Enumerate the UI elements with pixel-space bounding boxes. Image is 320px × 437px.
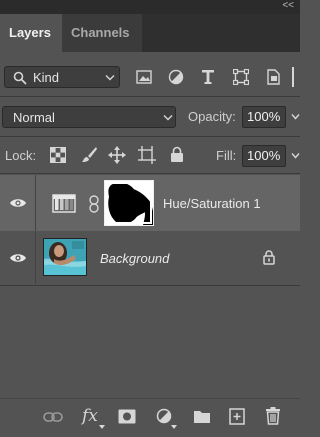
layer-style-dropdown-icon	[99, 425, 105, 429]
chevron-down-icon	[163, 115, 173, 121]
divider	[0, 96, 300, 97]
blend-mode-value: Normal	[13, 110, 55, 125]
blend-mode-select[interactable]: Normal	[2, 106, 176, 128]
lock-image-pixels-brush-icon[interactable]	[80, 146, 98, 164]
opacity-field[interactable]: 100%	[242, 106, 286, 128]
fill-field[interactable]: 100%	[242, 145, 286, 167]
visibility-toggle[interactable]	[0, 175, 36, 231]
mask-link-icon[interactable]	[88, 195, 100, 213]
search-icon	[13, 71, 27, 85]
divider	[0, 173, 300, 174]
tab-channels[interactable]: Channels	[62, 14, 142, 52]
lock-position-move-icon[interactable]	[108, 146, 126, 164]
photo-thumbnail-image	[44, 239, 86, 275]
adjustment-dropdown-icon	[171, 425, 177, 429]
lock-artboard-icon[interactable]	[138, 146, 156, 164]
visibility-toggle[interactable]	[0, 232, 36, 284]
fill-chevron-icon[interactable]	[291, 152, 300, 160]
layer-style-icon[interactable]: fx	[82, 406, 98, 426]
lock-label: Lock:	[5, 148, 37, 163]
chevron-down-icon	[105, 75, 115, 81]
lock-all-icon[interactable]	[170, 146, 184, 163]
mask-selected-corners	[106, 182, 152, 224]
layers-footer-toolbar: fx	[0, 398, 300, 437]
link-layers-icon[interactable]	[43, 411, 63, 423]
lock-icon[interactable]	[263, 249, 275, 265]
add-mask-icon[interactable]	[118, 409, 136, 424]
background-thumbnail[interactable]	[43, 238, 87, 276]
opacity-chevron-icon[interactable]	[291, 113, 300, 121]
filter-kind-label: Kind	[33, 70, 60, 85]
fill-label: Fill:	[216, 148, 237, 163]
new-group-icon[interactable]	[193, 409, 211, 424]
eye-icon	[10, 199, 26, 207]
filter-toggle-icon[interactable]	[292, 67, 300, 87]
layer-row-hue-saturation[interactable]: Hue/Saturation 1	[0, 175, 300, 231]
new-layer-icon[interactable]	[229, 408, 245, 425]
new-fill-adjustment-icon[interactable]	[156, 408, 173, 425]
collapse-panel-icon[interactable]: <<	[282, 0, 294, 12]
smart-object-filter-icon[interactable]	[266, 69, 280, 85]
shape-filter-icon[interactable]	[233, 69, 249, 85]
filter-kind-select[interactable]: Kind	[4, 66, 120, 88]
tab-layers[interactable]: Layers	[0, 14, 62, 52]
layer-name[interactable]: Background	[100, 251, 169, 266]
delete-layer-icon[interactable]	[265, 407, 281, 425]
layer-mask-thumbnail[interactable]	[104, 180, 154, 226]
layer-name[interactable]: Hue/Saturation 1	[163, 196, 261, 211]
divider	[0, 136, 300, 137]
opacity-label: Opacity:	[188, 109, 236, 124]
panel-tab-bar: Layers Channels	[0, 14, 300, 52]
hue-saturation-adjustment-icon	[52, 194, 76, 213]
image-filter-icon[interactable]	[136, 70, 152, 84]
type-filter-icon[interactable]	[201, 69, 215, 85]
divider	[0, 285, 300, 286]
panel-top-strip: <<	[0, 0, 300, 14]
adjustment-filter-icon[interactable]	[168, 69, 184, 85]
lock-transparent-pixels-icon[interactable]	[50, 147, 66, 163]
eye-icon	[10, 254, 26, 262]
layer-row-background[interactable]: Background	[0, 232, 300, 284]
